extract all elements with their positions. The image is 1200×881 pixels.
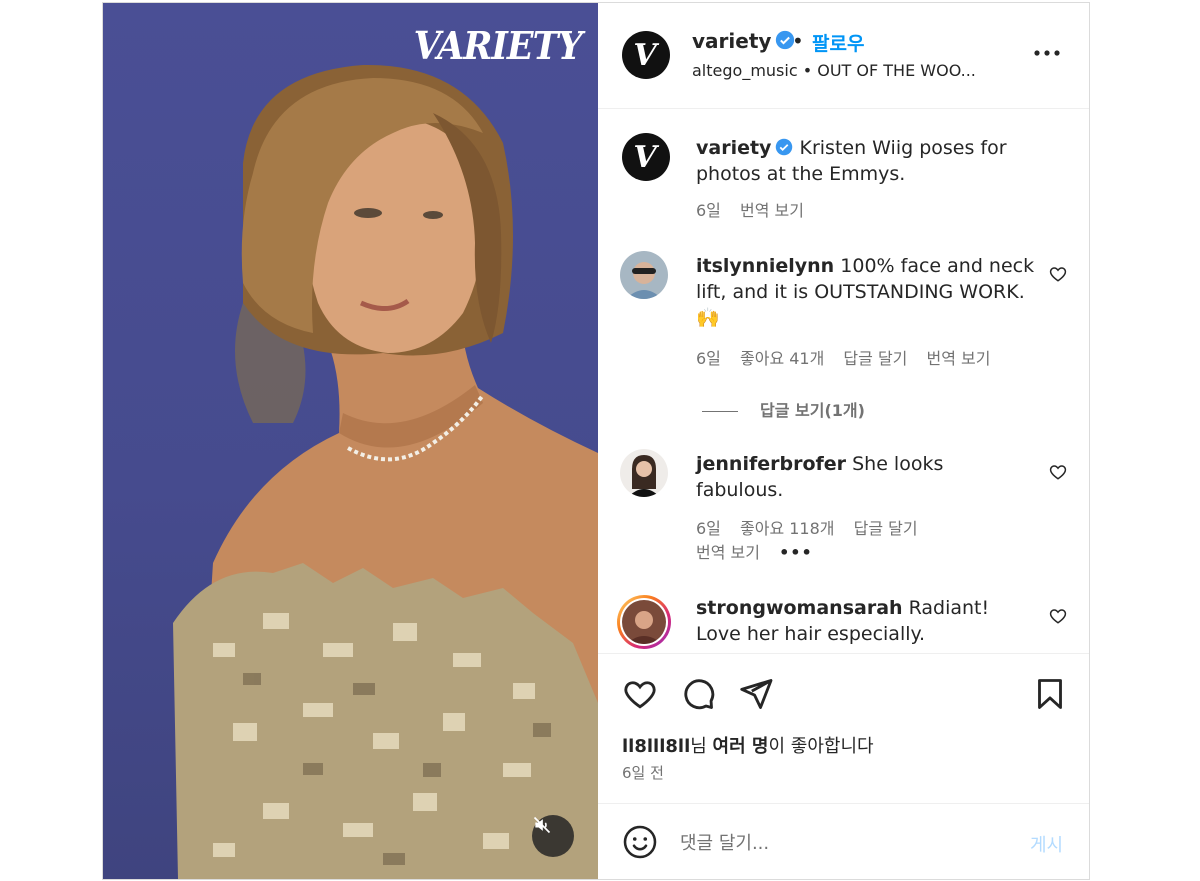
comment-like-button[interactable] [1049, 265, 1067, 283]
verified-badge-icon [776, 138, 793, 156]
commenter-avatar[interactable] [620, 251, 668, 299]
comment-translate-link[interactable]: 번역 보기 [926, 349, 990, 368]
view-replies-label[interactable]: 답글 보기(1개) [760, 401, 865, 420]
video-frame-illustration [173, 64, 598, 879]
liked-by-summary: ll8lll8ll님 여러 명이 좋아합니다 [622, 732, 874, 758]
comment-username[interactable]: jenniferbrofer [696, 453, 846, 475]
mute-toggle-button[interactable] [532, 815, 574, 857]
caption-meta: 6일 번역 보기 [696, 197, 818, 221]
liked-by-text: 님 [690, 736, 713, 757]
follow-button[interactable]: 팔로우 [812, 29, 864, 56]
liked-by-username[interactable]: ll8lll8ll [622, 736, 690, 757]
liked-by-text: 이 좋아합니다 [768, 736, 874, 757]
post-timestamp[interactable]: 6일 전 [622, 762, 664, 783]
bookmark-icon [1038, 679, 1062, 709]
comment-more-options[interactable]: ••• [779, 543, 813, 562]
send-paper-plane-icon [740, 679, 773, 709]
comment-time[interactable]: 6일 [696, 349, 721, 368]
avatar-ring-gap [620, 598, 668, 646]
more-horizontal-icon [1034, 50, 1060, 56]
author-username[interactable]: variety [692, 29, 795, 53]
commenter-avatar-story-ring[interactable] [617, 595, 671, 649]
comment-reply-link[interactable]: 답글 달기 [854, 519, 918, 538]
commenter-avatar-image [620, 251, 668, 299]
caption-username[interactable]: variety [696, 137, 771, 159]
post-dialog: VARIETY V variety • 팔로우 altego_music • O… [102, 2, 1090, 880]
comment-text: strongwomansarah Radiant! Love her hair … [696, 595, 1036, 647]
comment-translate-link[interactable]: 번역 보기 [696, 543, 760, 562]
heart-outline-icon [1049, 465, 1067, 480]
like-button[interactable] [622, 676, 658, 716]
post-header: V variety • 팔로우 altego_music • OUT OF TH… [598, 3, 1089, 109]
view-replies-button[interactable]: 답글 보기(1개) [702, 397, 865, 421]
post-comment-button[interactable]: 게시 [1030, 831, 1063, 857]
comments-list[interactable]: V variety Kristen Wiig poses for photos … [598, 109, 1089, 653]
emoji-picker-button[interactable] [622, 824, 658, 860]
replies-divider-line [702, 411, 738, 412]
heart-outline-icon [1049, 267, 1067, 282]
post-sidebar: V variety • 팔로우 altego_music • OUT OF TH… [598, 3, 1089, 879]
commenter-avatar-image [622, 600, 666, 644]
save-button[interactable] [1032, 676, 1068, 716]
comment-like-button[interactable] [1049, 607, 1067, 625]
liked-by-others-link[interactable]: 여러 명 [713, 736, 769, 757]
comment-bubble-icon [684, 679, 715, 710]
heart-outline-icon [624, 681, 656, 709]
comment-username[interactable]: itslynnielynn [696, 255, 834, 277]
caption-text: variety Kristen Wiig poses for photos at… [696, 135, 1036, 187]
comment-text: jenniferbrofer She looks fabulous. [696, 451, 1036, 503]
comment-likes-count[interactable]: 좋아요 118개 [740, 519, 835, 538]
author-avatar[interactable]: V [622, 31, 670, 79]
more-options-button[interactable] [1032, 41, 1062, 65]
comment-composer: 게시 [598, 803, 1089, 880]
comment-button[interactable] [680, 676, 716, 716]
comment-meta: 6일 좋아요 118개 답글 달기 [696, 515, 932, 539]
comment-meta-secondary: 번역 보기 ••• [696, 539, 827, 563]
caption-time[interactable]: 6일 [696, 201, 721, 220]
commenter-avatar-image [620, 449, 668, 497]
caption-author-avatar[interactable]: V [622, 133, 670, 181]
audio-attribution[interactable]: altego_music • OUT OF THE WOO... [692, 61, 976, 80]
caption-translate-link[interactable]: 번역 보기 [740, 201, 804, 220]
comment-input[interactable] [678, 828, 1002, 858]
smiley-face-icon [623, 825, 657, 859]
author-username-text[interactable]: variety [692, 29, 771, 53]
separator-dot: • [792, 29, 804, 53]
share-button[interactable] [738, 676, 774, 716]
comment-like-button[interactable] [1049, 463, 1067, 481]
comment-reply-link[interactable]: 답글 달기 [843, 349, 907, 368]
variety-logo: VARIETY [413, 23, 583, 68]
comment-text: itslynnielynn 100% face and neck lift, a… [696, 253, 1036, 331]
post-video[interactable]: VARIETY [103, 3, 598, 879]
comment-likes-count[interactable]: 좋아요 41개 [740, 349, 824, 368]
heart-outline-icon [1049, 609, 1067, 624]
speaker-muted-icon [533, 816, 551, 834]
comment-time[interactable]: 6일 [696, 519, 721, 538]
commenter-avatar[interactable] [620, 449, 668, 497]
comment-username[interactable]: strongwomansarah [696, 597, 903, 619]
post-actions: ll8lll8ll님 여러 명이 좋아합니다 6일 전 [598, 653, 1089, 804]
comment-meta: 6일 좋아요 41개 답글 달기 번역 보기 [696, 345, 1004, 369]
